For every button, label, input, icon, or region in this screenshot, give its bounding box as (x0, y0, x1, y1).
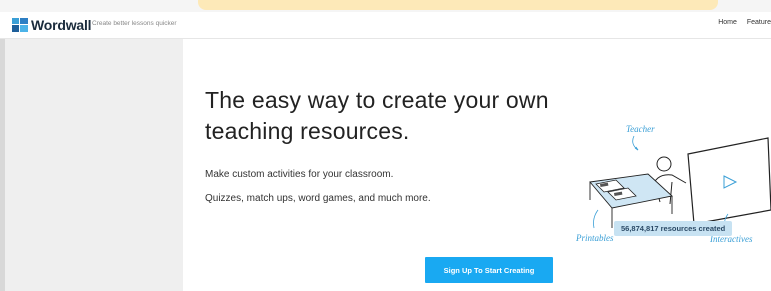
hero-card: The easy way to create your own teaching… (183, 39, 771, 291)
side-panel (5, 39, 183, 291)
wordwall-logo-icon (12, 18, 28, 32)
resource-count-badge: 56,874,817 resources created (614, 221, 733, 236)
sign-up-button[interactable]: Sign Up To Start Creating (425, 257, 553, 283)
label-teacher: Teacher (626, 124, 655, 134)
hero-headline: The easy way to create your own teaching… (205, 87, 549, 144)
hero-subtitle-1: Make custom activities for your classroo… (205, 169, 394, 180)
tagline: Create better lessons quicker (92, 20, 177, 27)
nav-features[interactable]: Feature (747, 19, 771, 26)
site-header: Wordwall Create better lessons quicker H… (0, 12, 771, 39)
nav-home[interactable]: Home (718, 19, 737, 26)
notification-banner (198, 0, 718, 10)
wordwall-logo[interactable]: Wordwall (12, 17, 92, 33)
logo-text: Wordwall (31, 17, 92, 33)
top-nav: Home Feature (718, 19, 771, 26)
hero-subtitle-2: Quizzes, match ups, word games, and much… (205, 193, 431, 204)
label-printables: Printables (576, 233, 614, 243)
